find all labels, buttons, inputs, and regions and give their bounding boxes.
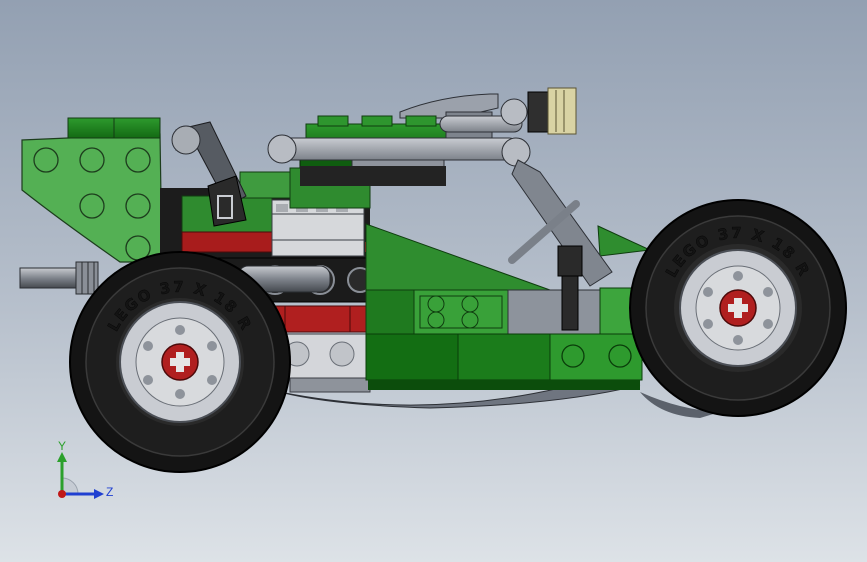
front-wheel: LEGO 37 X 18 R [629, 199, 847, 417]
triad-origin [58, 490, 66, 498]
z-axis-label: Z [106, 485, 113, 499]
y-axis-arrowhead [57, 452, 67, 462]
main-hull [365, 223, 652, 390]
headlamp [527, 87, 577, 135]
z-axis-arrowhead [94, 489, 104, 499]
lego-vehicle-model[interactable]: LEGO 37 X 18 R LEGO 37 X 18 R [0, 0, 867, 562]
cad-viewport[interactable]: LEGO 37 X 18 R LEGO 37 X 18 R Y Z [0, 0, 867, 562]
axis-triad: Y Z [57, 439, 113, 499]
rear-wing-panel [21, 117, 163, 263]
y-axis-label: Y [58, 439, 66, 453]
exhaust-pipe [19, 261, 99, 295]
